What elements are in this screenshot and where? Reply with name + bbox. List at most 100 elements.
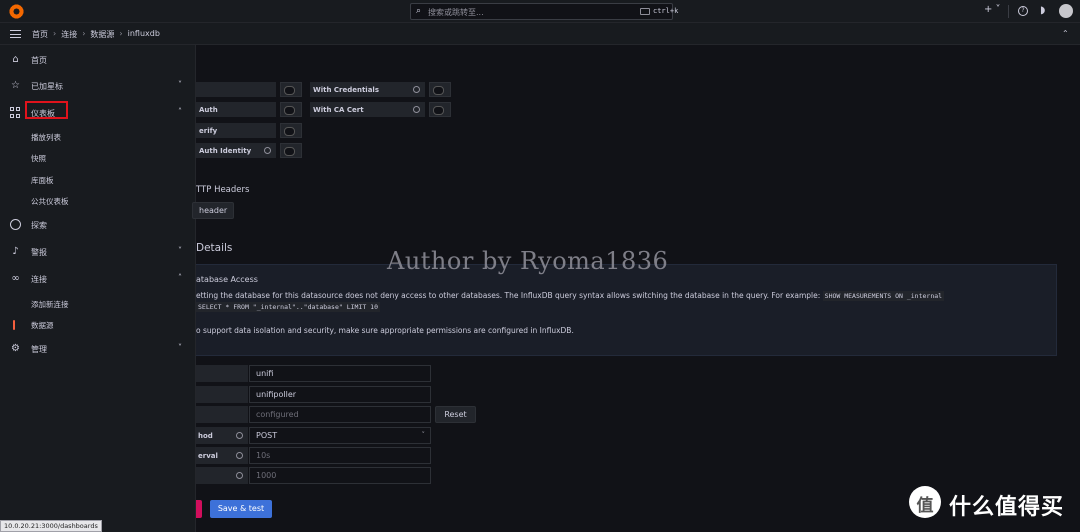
alert-text: o support data isolation and security, m… [196, 326, 574, 335]
alert-text: SELECT * FROM "_internal".."database" LI… [196, 302, 381, 312]
sidebar-item-datasources[interactable]: 数据源 [0, 316, 196, 334]
info-icon[interactable] [413, 106, 420, 113]
divider [1008, 5, 1009, 18]
user-input[interactable]: unifipoller [249, 386, 431, 403]
max-series-input[interactable]: 1000 [249, 467, 431, 484]
info-icon[interactable] [264, 147, 271, 154]
alert-code: SHOW MEASUREMENTS ON _internal [822, 291, 945, 301]
sidebar-item-label: 添加新连接 [31, 300, 69, 309]
breadcrumb-separator-icon: › [82, 29, 86, 38]
with-ca-cert-toggle[interactable] [429, 102, 451, 117]
breadcrumb-home[interactable]: 首页 [32, 29, 48, 40]
auth-row-label [196, 82, 276, 97]
alert-text: etting the database for this datasource … [196, 291, 945, 301]
auth-row-label: Auth [196, 102, 276, 117]
breadcrumb-bar: 首页 › 连接 › 数据源 › influxdb ⌃ [0, 23, 1080, 45]
bell-icon: ♪ [12, 246, 19, 257]
sidebar-item-playlists[interactable]: 播放列表 [0, 128, 196, 146]
skip-tls-verify-toggle[interactable] [280, 123, 302, 138]
field-label-text: hod [198, 432, 213, 440]
with-credentials-toggle[interactable] [429, 82, 451, 97]
add-header-button[interactable]: header [192, 202, 235, 219]
with-credentials-label: With Credentials [310, 82, 425, 97]
news-rss-icon[interactable]: ◗ [1040, 5, 1045, 16]
chevron-up-icon[interactable]: ⌃ [1062, 29, 1069, 38]
sidebar-item-label: 警报 [31, 248, 47, 257]
sidebar-item-snapshots[interactable]: 快照 [0, 149, 196, 167]
sidebar-item-administration[interactable]: ⚙ 管理 ˅ [0, 339, 196, 359]
http-method-select[interactable]: POST ˅ [249, 427, 431, 444]
brand-text: 什么值得买 [949, 495, 1065, 520]
search-bar[interactable]: ⌕ 搜索或跳转至... ctrl+k [410, 3, 678, 20]
alert-line: etting the database for this datasource … [196, 291, 821, 300]
chevron-up-icon[interactable]: ˄ [178, 273, 182, 282]
chevron-down-icon[interactable]: ˅ [178, 246, 182, 255]
sidebar-item-starred[interactable]: ☆ 已加星标 ˅ [0, 76, 196, 96]
chevron-down-icon[interactable]: ˅ [178, 343, 182, 352]
help-icon[interactable]: ? [1018, 6, 1028, 16]
delete-button[interactable] [196, 500, 202, 518]
avatar[interactable] [1059, 4, 1073, 18]
grafana-logo-icon[interactable] [9, 4, 24, 19]
compass-icon [10, 219, 21, 230]
breadcrumb-datasources[interactable]: 数据源 [90, 29, 114, 40]
search-icon: ⌕ [416, 6, 422, 16]
chevron-up-icon[interactable]: ˄ [178, 107, 182, 116]
tls-auth-toggle[interactable] [280, 102, 302, 117]
sidebar-item-label: 播放列表 [31, 133, 61, 142]
breadcrumb-separator-icon: › [53, 29, 57, 38]
sidebar-item-label: 仪表板 [31, 109, 55, 118]
brand-logo-char: 值 [916, 496, 934, 516]
min-interval-input[interactable]: 10s [249, 447, 431, 464]
search-shortcut: ctrl+k [653, 7, 679, 15]
database-label [196, 365, 248, 382]
sidebar: ⌂ 首页 ☆ 已加星标 ˅ 仪表板 ˄ 播放列表 快照 库面板 公共仪表板 探索… [0, 45, 196, 532]
password-label [196, 406, 248, 423]
info-icon[interactable] [413, 86, 420, 93]
sidebar-item-label: 库面板 [31, 176, 54, 185]
alert-code: SELECT * FROM "_internal".."database" LI… [196, 302, 381, 312]
sidebar-item-home[interactable]: ⌂ 首页 [0, 50, 196, 70]
info-icon[interactable] [236, 472, 243, 479]
breadcrumb-separator-icon: › [119, 29, 123, 38]
link-icon: ∞ [11, 273, 20, 284]
menu-toggle-icon[interactable] [10, 30, 21, 38]
info-icon[interactable] [236, 432, 243, 439]
new-plus-button[interactable]: + ˅ [984, 4, 1001, 15]
password-input[interactable]: configured [249, 406, 431, 423]
breadcrumb-current: influxdb [127, 29, 160, 38]
sidebar-item-public-dashboards[interactable]: 公共仪表板 [0, 192, 196, 210]
reset-button[interactable]: Reset [435, 406, 476, 423]
sidebar-item-label: 已加星标 [31, 82, 63, 91]
auth-row-label: erify [196, 123, 276, 138]
forward-oauth-toggle[interactable] [280, 143, 302, 158]
search-placeholder: 搜索或跳转至... [428, 8, 484, 17]
chevron-down-icon[interactable]: ˅ [178, 80, 182, 89]
info-icon[interactable] [236, 452, 243, 459]
database-access-alert: atabase Access etting the database for t… [196, 264, 1057, 356]
sidebar-item-label: 首页 [31, 56, 47, 65]
save-test-button[interactable]: Save & test [210, 500, 272, 518]
sidebar-item-label: 公共仪表板 [31, 197, 69, 206]
apps-icon [10, 107, 21, 118]
database-input[interactable]: unifi [249, 365, 431, 382]
home-icon: ⌂ [12, 54, 19, 65]
sidebar-item-library-panels[interactable]: 库面板 [0, 171, 196, 189]
sidebar-item-label: 数据源 [31, 321, 54, 330]
sidebar-item-label: 探索 [31, 221, 47, 230]
field-label-text: erval [198, 452, 218, 460]
sidebar-item-alerting[interactable]: ♪ 警报 ˅ [0, 242, 196, 262]
brand-circle-icon: 值 [909, 486, 941, 518]
basic-auth-toggle[interactable] [280, 82, 302, 97]
main-content: With Credentials Auth With CA Cert erify… [192, 45, 1080, 532]
sidebar-item-explore[interactable]: 探索 [0, 215, 196, 235]
breadcrumb-connections[interactable]: 连接 [61, 29, 77, 40]
sidebar-item-connections[interactable]: ∞ 连接 ˄ [0, 269, 196, 289]
top-bar: ⌕ 搜索或跳转至... ctrl+k + ˅ ? ◗ [0, 0, 1080, 23]
star-icon: ☆ [11, 80, 20, 91]
site-brand-logo: 值 什么值得买 [909, 486, 1074, 522]
sidebar-item-dashboards[interactable]: 仪表板 ˄ [0, 101, 196, 123]
sidebar-item-add-connection[interactable]: 添加新连接 [0, 295, 196, 313]
with-ca-cert-label: With CA Cert [310, 102, 425, 117]
details-title: Details [196, 242, 233, 254]
